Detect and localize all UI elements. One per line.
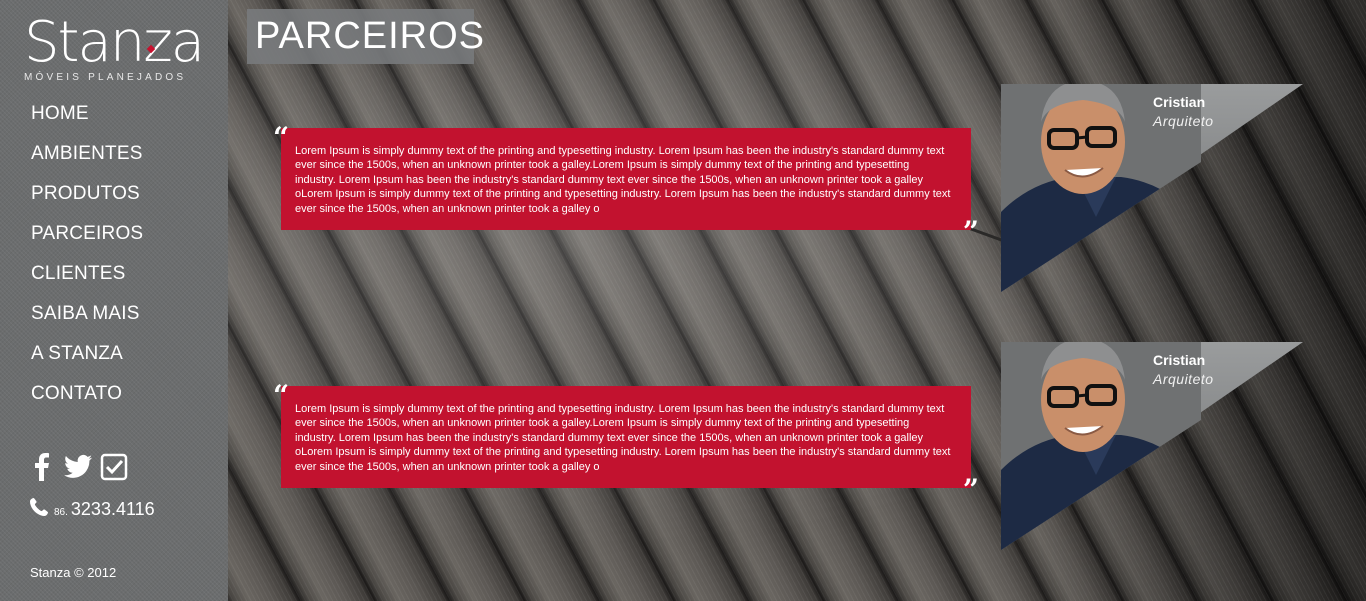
testimonial-quote: “ Lorem Ipsum is simply dummy text of th… — [273, 124, 979, 246]
nav-item-ambientes[interactable]: AMBIENTES — [31, 140, 143, 180]
page-title: PARCEIROS — [247, 9, 484, 64]
nav-item-parceiros[interactable]: PARCEIROS — [31, 220, 143, 260]
logo[interactable]: Stanza MÓVEIS PLANEJADOS — [24, 10, 205, 84]
testimonial-text: Lorem Ipsum is simply dummy text of the … — [295, 145, 951, 215]
logo-tagline: MÓVEIS PLANEJADOS — [24, 72, 187, 83]
partner-card: Cristian Arquiteto — [1001, 84, 1303, 292]
open-quote-icon: “ — [273, 379, 290, 412]
partner-name: Cristian — [1153, 94, 1206, 110]
twitter-icon[interactable] — [64, 452, 92, 482]
phone-area-code: 86. — [54, 506, 68, 518]
phone-icon — [30, 498, 48, 520]
social-links — [28, 452, 128, 482]
nav-item-clientes[interactable]: CLIENTES — [31, 260, 143, 300]
main-content: PARCEIROS “ Lorem Ipsum is simply dummy … — [228, 0, 1366, 601]
main-nav: HOME AMBIENTES PRODUTOS PARCEIROS CLIENT… — [31, 100, 143, 420]
phone-contact: 86. 3233.4116 — [30, 498, 155, 520]
close-quote-icon: ” — [962, 473, 979, 506]
nav-item-a-stanza[interactable]: A STANZA — [31, 340, 143, 380]
phone-number: 3233.4116 — [70, 498, 155, 519]
nav-item-contato[interactable]: CONTATO — [31, 380, 143, 420]
testimonial-text: Lorem Ipsum is simply dummy text of the … — [295, 403, 951, 473]
foursquare-icon[interactable] — [100, 452, 128, 482]
open-quote-icon: “ — [273, 121, 290, 154]
partner-photo — [1001, 300, 1201, 550]
partner-role: Arquiteto — [1153, 113, 1214, 129]
nav-item-saiba-mais[interactable]: SAIBA MAIS — [31, 300, 143, 340]
testimonial-quote: “ Lorem Ipsum is simply dummy text of th… — [273, 382, 979, 504]
logo-wordmark: Stanza — [24, 10, 205, 75]
partner-name: Cristian — [1153, 352, 1206, 368]
partner-photo — [1001, 42, 1201, 292]
close-quote-icon: ” — [962, 215, 979, 248]
copyright: Stanza © 2012 — [30, 565, 117, 580]
partner-card: Cristian Arquiteto — [1001, 342, 1303, 550]
facebook-icon[interactable] — [28, 452, 56, 482]
nav-item-produtos[interactable]: PRODUTOS — [31, 180, 143, 220]
partner-role: Arquiteto — [1153, 371, 1214, 387]
nav-item-home[interactable]: HOME — [31, 100, 143, 140]
sidebar: Stanza MÓVEIS PLANEJADOS HOME AMBIENTES … — [0, 0, 228, 601]
